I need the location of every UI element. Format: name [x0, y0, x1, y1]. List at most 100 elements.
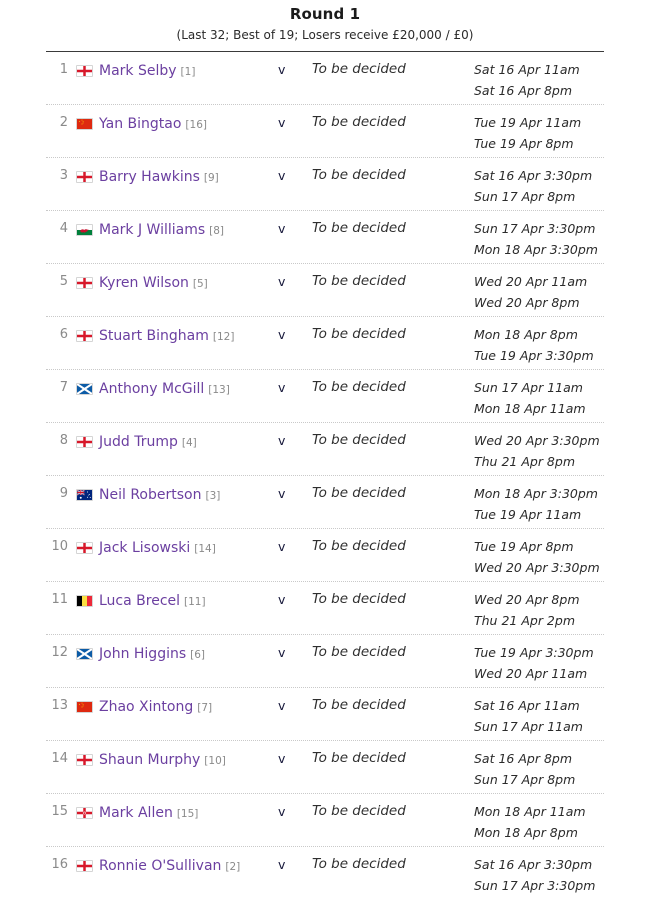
player-cell: Yan Bingtao [16]	[68, 112, 278, 136]
session-dates: Wed 20 Apr 11am Wed 20 Apr 8pm	[472, 271, 604, 313]
session-dates: Tue 19 Apr 8pm Wed 20 Apr 3:30pm	[472, 536, 604, 578]
england-flag-icon	[76, 171, 93, 183]
player-link[interactable]: Judd Trump	[99, 434, 178, 450]
session-date-line: Sat 16 Apr 11am	[474, 62, 580, 77]
player-link[interactable]: Yan Bingtao	[99, 116, 181, 132]
match-number: 4	[59, 221, 68, 236]
match-row: 14 Shaun Murphy [10] v To be decided Sat 16 A…	[46, 741, 604, 794]
session-date-line: Mon 18 Apr 11am	[474, 804, 586, 819]
session-date-line: Sat 16 Apr 8pm	[474, 83, 573, 98]
match-row: 13 Zhao Xintong [7] v To be decided Sat 16 Ap…	[46, 688, 604, 741]
match-number: 3	[59, 168, 68, 183]
opponent-label: To be decided	[312, 538, 406, 554]
session-date-line: Tue 19 Apr 3:30pm	[474, 348, 594, 363]
player-link[interactable]: Mark Allen	[99, 805, 173, 821]
player-link[interactable]: Jack Lisowski	[99, 540, 190, 556]
player-link[interactable]: Kyren Wilson	[99, 275, 189, 291]
match-number: 16	[51, 857, 68, 872]
player-link[interactable]: Mark J Williams	[99, 222, 205, 238]
versus-label: v	[278, 221, 286, 236]
player-cell: Anthony McGill [13]	[68, 377, 278, 401]
wales-flag-icon	[76, 224, 93, 236]
player-cell: Shaun Murphy [10]	[68, 748, 278, 772]
match-row: 3 Barry Hawkins [9] v To be decided Sat 16 Ap…	[46, 158, 604, 211]
player-name-wrap: Stuart Bingham [12]	[99, 324, 234, 348]
session-date-line: Mon 18 Apr 3:30pm	[474, 486, 598, 501]
opponent-label: To be decided	[312, 591, 406, 607]
session-date-line: Wed 20 Apr 8pm	[474, 295, 580, 310]
player-cell: Mark J Williams [8]	[68, 218, 278, 242]
player-link[interactable]: Stuart Bingham	[99, 328, 209, 344]
session-dates: Wed 20 Apr 8pm Thu 21 Apr 2pm	[472, 589, 604, 631]
player-link[interactable]: Barry Hawkins	[99, 169, 200, 185]
versus-label: v	[278, 433, 286, 448]
session-date-line: Wed 20 Apr 11am	[474, 274, 588, 289]
session-date-line: Sat 16 Apr 3:30pm	[474, 168, 593, 183]
match-row: 8 Judd Trump [4] v To be decided Wed 20 Apr 3…	[46, 423, 604, 476]
player-cell: Luca Brecel [11]	[68, 589, 278, 613]
match-row: 9 Neil Robertson [3] v To be decided Mon 18 A…	[46, 476, 604, 529]
england-flag-icon	[76, 542, 93, 554]
page-title: Round 1	[289, 5, 361, 23]
opponent-label: To be decided	[312, 432, 406, 448]
opponent-label: To be decided	[312, 273, 406, 289]
opponent-label: To be decided	[312, 326, 406, 342]
session-dates: Sat 16 Apr 11am Sun 17 Apr 11am	[472, 695, 604, 737]
match-number: 15	[51, 804, 68, 819]
player-link[interactable]: Shaun Murphy	[99, 752, 200, 768]
player-name-wrap: Barry Hawkins [9]	[99, 165, 219, 189]
player-link[interactable]: Ronnie O'Sullivan	[99, 858, 221, 874]
session-date-line: Tue 19 Apr 8pm	[474, 136, 574, 151]
match-number: 13	[51, 698, 68, 713]
session-dates: Mon 18 Apr 11am Mon 18 Apr 8pm	[472, 801, 604, 843]
player-link[interactable]: Anthony McGill	[99, 381, 204, 397]
match-number: 8	[59, 433, 68, 448]
player-seed: [15]	[176, 808, 199, 820]
opponent-label: To be decided	[312, 856, 406, 872]
player-cell: Stuart Bingham [12]	[68, 324, 278, 348]
match-number: 9	[59, 486, 68, 501]
versus-label: v	[278, 168, 286, 183]
round-subtitle: (Last 32; Best of 19; Losers receive £20…	[176, 28, 474, 42]
belgium-flag-icon	[76, 595, 93, 607]
match-row: 7 Anthony McGill [13] v To be decided Sun 17 …	[46, 370, 604, 423]
round-header: Round 1 (Last 32; Best of 19; Losers rec…	[0, 0, 650, 44]
opponent-label: To be decided	[312, 485, 406, 501]
opponent-label: To be decided	[312, 750, 406, 766]
player-name-wrap: Mark Selby [1]	[99, 59, 195, 83]
match-number: 14	[51, 751, 68, 766]
session-date-line: Wed 20 Apr 3:30pm	[474, 560, 600, 575]
player-seed: [1]	[180, 66, 196, 78]
player-name-wrap: Shaun Murphy [10]	[99, 748, 226, 772]
opponent-label: To be decided	[312, 697, 406, 713]
player-seed: [11]	[184, 596, 206, 608]
player-link[interactable]: John Higgins	[99, 646, 186, 662]
versus-label: v	[278, 698, 286, 713]
opponent-label: To be decided	[312, 114, 406, 130]
match-number: 5	[59, 274, 68, 289]
session-dates: Sat 16 Apr 3:30pm Sun 17 Apr 3:30pm	[472, 854, 604, 896]
player-name-wrap: Kyren Wilson [5]	[99, 271, 208, 295]
match-row: 4 Mark J Williams [8] v To be decided Sun 17 …	[46, 211, 604, 264]
match-list: 1 Mark Selby [1] v To be decided Sat 16 Apr 1…	[46, 52, 604, 899]
player-link[interactable]: Luca Brecel	[99, 593, 180, 609]
player-link[interactable]: Neil Robertson	[99, 487, 201, 503]
player-seed: [2]	[225, 861, 241, 873]
session-date-line: Sun 17 Apr 3:30pm	[474, 221, 596, 236]
player-link[interactable]: Mark Selby	[99, 63, 177, 79]
versus-label: v	[278, 327, 286, 342]
session-date-line: Mon 18 Apr 11am	[474, 401, 586, 416]
match-row: 2 Yan Bingtao [16] v To be decided Tue 19 Apr…	[46, 105, 604, 158]
versus-label: v	[278, 274, 286, 289]
player-seed: [16]	[185, 119, 207, 131]
player-name-wrap: Judd Trump [4]	[99, 430, 197, 454]
session-dates: Sat 16 Apr 8pm Sun 17 Apr 8pm	[472, 748, 604, 790]
session-date-line: Sun 17 Apr 8pm	[474, 189, 576, 204]
match-number: 6	[59, 327, 68, 342]
versus-label: v	[278, 645, 286, 660]
player-seed: [14]	[194, 543, 216, 555]
opponent-label: To be decided	[312, 644, 406, 660]
player-link[interactable]: Zhao Xintong	[99, 699, 193, 715]
session-date-line: Sun 17 Apr 11am	[474, 719, 583, 734]
session-date-line: Wed 20 Apr 8pm	[474, 592, 580, 607]
